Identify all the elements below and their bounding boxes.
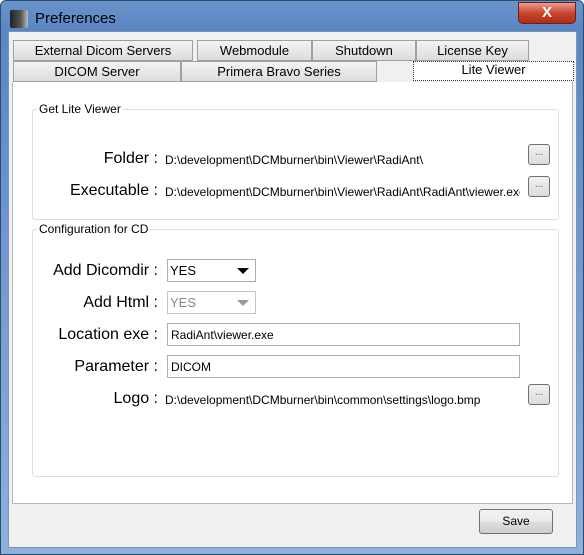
tab-primera-bravo-series[interactable]: Primera Bravo Series [181,61,377,82]
preferences-window: Preferences X External Dicom Servers Web… [0,0,584,555]
folder-browse-button[interactable]: ... [528,144,550,165]
parameter-label: Parameter : [74,358,158,375]
window-title: Preferences [35,10,116,27]
location-exe-label: Location exe : [58,326,158,343]
tab-webmodule[interactable]: Webmodule [197,40,312,61]
tab-license-key[interactable]: License Key [416,40,529,61]
close-button[interactable]: X [518,2,576,24]
add-html-value: YES [170,295,197,310]
logo-label: Logo : [113,390,158,407]
tab-dicom-server[interactable]: DICOM Server [13,61,181,82]
client-area: External Dicom Servers Webmodule Shutdow… [8,31,577,548]
config-cd-title: Configuration for CD [37,222,151,236]
get-lite-viewer-title: Get Lite Viewer [37,102,123,116]
logo-browse-button[interactable]: ... [528,384,550,405]
location-exe-input[interactable]: RadiAnt\viewer.exe [167,323,520,346]
add-html-select[interactable]: YES [167,291,256,314]
executable-browse-button[interactable]: ... [528,176,550,197]
app-icon [10,10,28,28]
chevron-down-icon [237,300,249,306]
tab-panel-lite-viewer: Get Lite Viewer Folder : D:\development\… [12,82,573,504]
add-dicomdir-label: Add Dicomdir : [53,262,158,279]
tab-lite-viewer[interactable]: Lite Viewer [413,61,574,81]
tab-shutdown[interactable]: Shutdown [312,40,416,61]
add-html-label: Add Html : [83,294,158,311]
folder-label: Folder : [103,150,158,167]
add-dicomdir-select[interactable]: YES [167,259,256,282]
logo-value: D:\development\DCMburner\bin\common\sett… [165,393,481,407]
parameter-input[interactable]: DICOM [167,355,520,378]
executable-value: D:\development\DCMburner\bin\Viewer\Radi… [165,185,520,199]
folder-value: D:\development\DCMburner\bin\Viewer\Radi… [165,153,423,167]
tab-external-dicom-servers[interactable]: External Dicom Servers [13,40,193,61]
executable-label: Executable : [69,182,158,199]
add-dicomdir-value: YES [170,263,197,278]
chevron-down-icon [237,268,249,274]
save-button[interactable]: Save [479,509,553,534]
